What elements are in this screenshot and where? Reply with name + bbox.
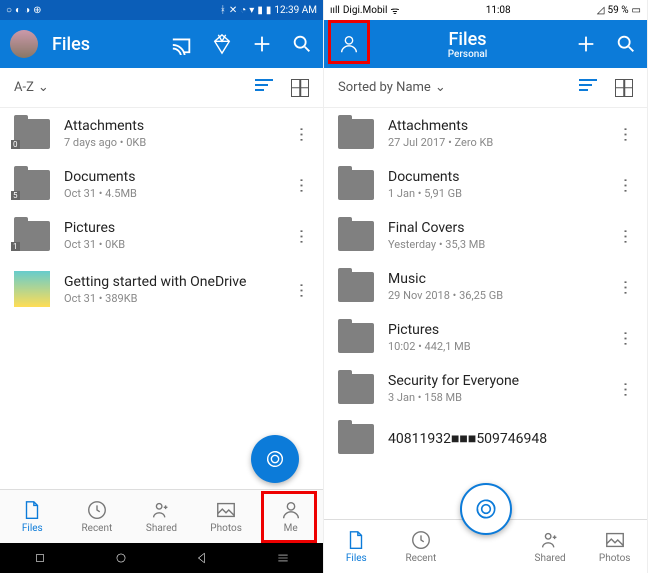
tab-recent[interactable]: Recent <box>389 520 454 573</box>
notif-icon: ○ <box>6 5 12 16</box>
clock-text: 12:39 AM <box>274 5 317 16</box>
file-list: Attachments27 Jul 2017 • Zero KB⋯ Docume… <box>324 108 647 519</box>
notif-icon: ⊕ <box>33 5 41 16</box>
bluetooth-icon: ᚼ <box>220 5 226 16</box>
folder-icon <box>14 221 50 251</box>
tab-shared[interactable]: Shared <box>518 520 583 573</box>
tab-recent[interactable]: Recent <box>65 490 130 543</box>
file-thumbnail <box>14 271 50 307</box>
grid-view-icon[interactable] <box>615 79 633 97</box>
chevron-down-icon: ⌄ <box>38 80 49 95</box>
folder-icon <box>338 323 374 353</box>
more-icon[interactable]: ⋯ <box>617 229 636 243</box>
signal-icon: ▮ <box>257 5 263 16</box>
more-icon[interactable]: ⋯ <box>617 280 636 294</box>
folder-icon <box>14 170 50 200</box>
sort-lines-icon[interactable] <box>255 79 273 97</box>
more-icon[interactable]: ⋯ <box>617 178 636 192</box>
notif-icon: ◐ <box>15 5 21 16</box>
search-icon[interactable] <box>615 33 637 55</box>
folder-icon <box>338 374 374 404</box>
back-icon[interactable] <box>195 551 209 565</box>
wifi-icon: ▾ <box>249 5 254 16</box>
more-icon[interactable]: ⋯ <box>293 127 312 141</box>
add-icon[interactable] <box>251 33 273 55</box>
status-bar: ııll Digi.Mobil ᯤ 11:08 ◿ 59 % ▭ <box>324 0 647 20</box>
search-icon[interactable] <box>291 33 313 55</box>
folder-icon <box>338 221 374 251</box>
sort-bar: Sorted by Name ⌄ <box>324 68 647 108</box>
battery-icon: ▮ <box>266 5 272 16</box>
more-icon[interactable]: ⋯ <box>293 282 312 296</box>
signal-icon: ııll <box>330 5 340 16</box>
folder-icon <box>14 119 50 149</box>
app-header: Files Personal <box>324 20 647 68</box>
list-item[interactable]: Getting started with OneDriveOct 31 • 38… <box>0 261 323 317</box>
alarm-icon: ◔ <box>240 5 246 16</box>
list-item[interactable]: Security for Everyone3 Jan • 158 MB⋯ <box>324 363 647 414</box>
list-item[interactable]: Attachments27 Jul 2017 • Zero KB⋯ <box>324 108 647 159</box>
recent-apps-icon[interactable] <box>33 551 47 565</box>
sort-bar: A-Z ⌄ <box>0 68 323 108</box>
menu-icon[interactable] <box>276 551 290 565</box>
ios-phone: ııll Digi.Mobil ᯤ 11:08 ◿ 59 % ▭ Files P… <box>324 0 648 573</box>
file-list: Attachments7 days ago • 0KB ⋯ DocumentsO… <box>0 108 323 489</box>
premium-icon[interactable] <box>211 33 233 55</box>
list-item[interactable]: Documents1 Jan • 5,91 GB⋯ <box>324 159 647 210</box>
location-icon: ◿ <box>597 5 605 16</box>
list-item[interactable]: DocumentsOct 31 • 4.5MB ⋯ <box>0 159 323 210</box>
more-icon[interactable]: ⋯ <box>293 229 312 243</box>
cast-icon[interactable] <box>171 33 193 55</box>
folder-icon <box>338 170 374 200</box>
list-item[interactable]: Attachments7 days ago • 0KB ⋯ <box>0 108 323 159</box>
sort-dropdown[interactable]: A-Z ⌄ <box>14 80 245 95</box>
app-header: Files <box>0 20 323 68</box>
carrier-text: Digi.Mobil <box>343 5 388 16</box>
notif-icon: ◑ <box>24 5 30 16</box>
tab-photos[interactable]: Photos <box>194 490 259 543</box>
tab-files[interactable]: Files <box>324 520 389 573</box>
wifi-icon: ᯤ <box>390 3 399 17</box>
more-icon[interactable]: ⋯ <box>617 331 636 345</box>
bottom-nav: Files Recent Shared Photos Me <box>0 489 323 543</box>
grid-view-icon[interactable] <box>291 79 309 97</box>
add-icon[interactable] <box>575 33 597 55</box>
tab-photos[interactable]: Photos <box>582 520 647 573</box>
vibrate-icon: ✕ <box>229 5 237 16</box>
list-item[interactable]: Music29 Nov 2018 • 36,25 GB⋯ <box>324 261 647 312</box>
more-icon[interactable]: ⋯ <box>617 382 636 396</box>
list-item[interactable]: 40811932■■■509746948 <box>324 414 647 464</box>
home-icon[interactable] <box>114 551 128 565</box>
tab-me[interactable]: Me <box>258 490 323 543</box>
status-bar: ○ ◐ ◑ ⊕ ᚼ ✕ ◔ ▾ ▮ ▮ 12:39 AM <box>0 0 323 20</box>
android-phone: ○ ◐ ◑ ⊕ ᚼ ✕ ◔ ▾ ▮ ▮ 12:39 AM Files A-Z ⌄ <box>0 0 324 573</box>
page-title: Files <box>52 34 157 55</box>
tab-files[interactable]: Files <box>0 490 65 543</box>
list-item[interactable]: Pictures10:02 • 442,1 MB⋯ <box>324 312 647 363</box>
chevron-down-icon: ⌄ <box>435 80 446 95</box>
android-navbar <box>0 543 323 573</box>
more-icon[interactable]: ⋯ <box>293 178 312 192</box>
clock-text: 11:08 <box>486 5 511 16</box>
folder-icon <box>338 424 374 454</box>
battery-text: 59 % <box>607 5 628 16</box>
profile-icon[interactable] <box>338 33 360 55</box>
scan-fab[interactable] <box>460 483 512 535</box>
list-item[interactable]: PicturesOct 31 • 0KB ⋯ <box>0 210 323 261</box>
list-item[interactable]: Final CoversYesterday • 35,3 MB⋯ <box>324 210 647 261</box>
avatar[interactable] <box>10 30 38 58</box>
folder-icon <box>338 272 374 302</box>
scan-fab[interactable] <box>251 435 299 483</box>
folder-icon <box>338 119 374 149</box>
sort-lines-icon[interactable] <box>579 79 597 97</box>
sort-dropdown[interactable]: Sorted by Name ⌄ <box>338 80 569 95</box>
tab-shared[interactable]: Shared <box>129 490 194 543</box>
battery-icon: ▭ <box>632 5 641 16</box>
more-icon[interactable]: ⋯ <box>617 127 636 141</box>
page-title: Files Personal <box>374 29 561 60</box>
